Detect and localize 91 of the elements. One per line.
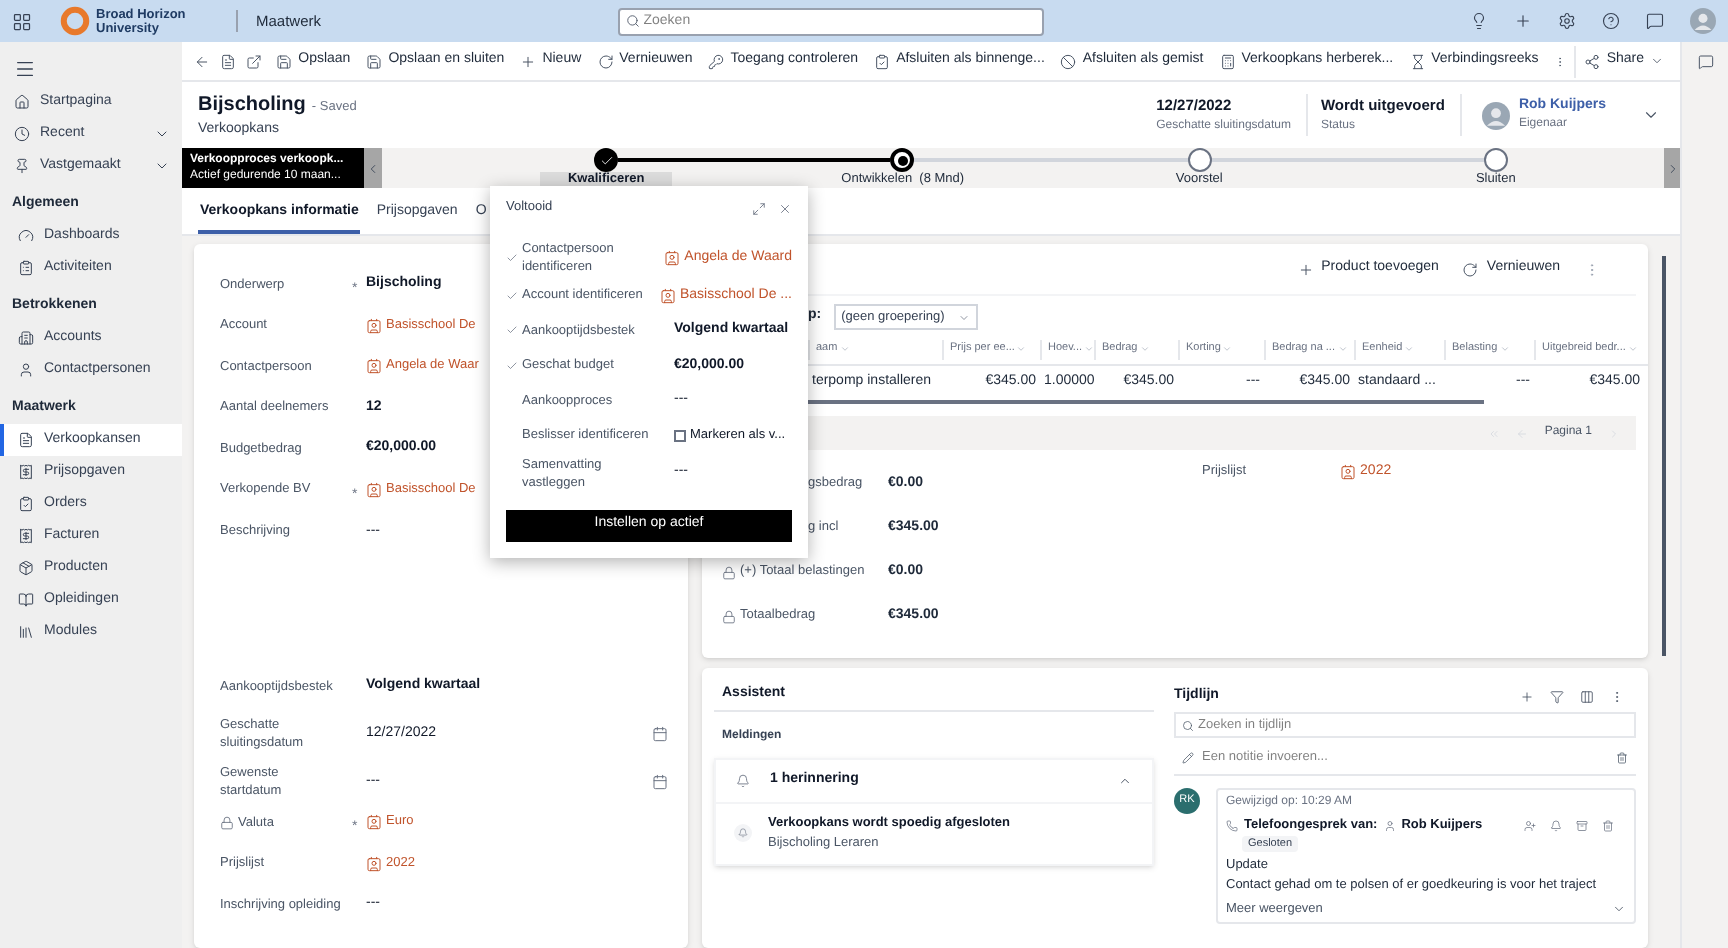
columns-icon[interactable]	[1580, 689, 1594, 703]
chevron-down-icon	[839, 344, 850, 354]
add-icon[interactable]	[1514, 12, 1532, 30]
owner-avatar	[1482, 101, 1511, 129]
ban-icon	[1060, 53, 1077, 69]
horizontal-scrollbar[interactable]	[808, 400, 1484, 404]
person-icon	[18, 362, 34, 378]
receipt-icon	[18, 464, 34, 480]
clock-icon	[14, 126, 30, 142]
help-icon[interactable]	[1602, 12, 1620, 30]
vertical-scrollbar[interactable]	[1662, 256, 1666, 656]
pencil-icon	[1182, 752, 1194, 764]
chat-icon[interactable]	[1646, 12, 1664, 30]
chevron-left-icon	[366, 161, 380, 175]
chevron-down-icon	[1627, 344, 1638, 354]
chevron-down-icon	[1499, 344, 1510, 354]
check-icon	[599, 153, 614, 167]
plus-icon[interactable]	[1520, 689, 1534, 703]
calendar-icon[interactable]	[652, 726, 668, 742]
chevron-down-icon	[1016, 344, 1027, 354]
contact-card-icon	[1340, 464, 1357, 481]
save-icon	[276, 53, 293, 69]
clipboard-check-icon	[18, 496, 34, 512]
bell-icon	[736, 774, 750, 788]
contact-card-icon	[366, 317, 382, 334]
building-icon	[18, 330, 34, 346]
chevron-up-icon	[1118, 774, 1132, 788]
contact-card-icon	[366, 855, 382, 872]
close-icon[interactable]	[778, 201, 792, 215]
contact-card-icon	[366, 481, 382, 498]
user-avatar[interactable]	[1690, 8, 1716, 34]
chevron-down-icon[interactable]	[154, 158, 170, 174]
chevron-down-icon	[1650, 54, 1664, 68]
expand-icon[interactable]	[752, 201, 766, 215]
plus-icon	[1297, 261, 1314, 277]
assign-icon[interactable]	[1524, 819, 1536, 832]
plus-icon	[520, 53, 537, 69]
menu-icon[interactable]	[14, 57, 36, 79]
chevron-down-icon	[1084, 344, 1095, 354]
book-icon	[18, 592, 34, 608]
search-icon	[625, 14, 640, 28]
stage-marker[interactable]	[1187, 148, 1212, 172]
calendar-icon[interactable]	[652, 773, 668, 790]
contact-card-icon	[664, 250, 681, 266]
package-icon	[18, 560, 34, 576]
filter-icon[interactable]	[1550, 689, 1564, 703]
key-icon	[708, 53, 725, 69]
stage-active-marker[interactable]	[890, 148, 915, 172]
contact-card-icon	[659, 287, 676, 304]
stage-complete-marker[interactable]	[594, 148, 619, 172]
calculator-icon	[1219, 53, 1236, 69]
home-icon	[14, 94, 30, 110]
search-icon	[1182, 719, 1194, 731]
refresh-icon	[597, 53, 614, 69]
trash-icon[interactable]	[1602, 819, 1614, 832]
clipboard-icon	[18, 260, 34, 276]
hourglass-icon	[1409, 53, 1426, 69]
chevron-down-icon[interactable]	[1642, 106, 1660, 124]
pin-icon	[14, 158, 30, 174]
clipboard-check-icon	[874, 53, 891, 69]
trash-icon[interactable]	[1616, 752, 1628, 764]
chevron-down-icon	[1222, 344, 1233, 354]
chevron-down-icon[interactable]	[154, 126, 170, 142]
phone-icon	[1226, 819, 1238, 832]
new-window-icon	[246, 53, 263, 69]
logo-icon	[60, 6, 90, 36]
stage-marker[interactable]	[1483, 148, 1508, 172]
document-icon	[18, 432, 34, 448]
chevron-down-icon	[1139, 344, 1150, 354]
share-icon	[1584, 53, 1601, 69]
save-close-icon	[366, 53, 383, 69]
books-icon	[18, 624, 34, 640]
receipt-icon	[18, 528, 34, 544]
chevron-right-icon	[1665, 161, 1679, 175]
chat-icon[interactable]	[1697, 54, 1713, 70]
refresh-icon	[1462, 261, 1479, 277]
document-icon	[219, 53, 236, 69]
gauge-icon	[18, 228, 34, 244]
contact-card-icon	[366, 814, 382, 831]
archive-icon[interactable]	[1576, 819, 1588, 832]
person-icon	[1383, 819, 1396, 832]
bell-icon[interactable]	[1550, 819, 1562, 832]
chevron-down-icon	[1337, 344, 1347, 354]
back-icon	[194, 53, 211, 69]
settings-icon[interactable]	[1558, 12, 1576, 30]
chevron-down-icon	[957, 311, 970, 323]
bell-icon	[734, 824, 752, 843]
app-launcher-icon[interactable]	[12, 11, 32, 31]
chevron-down-icon	[1404, 344, 1415, 354]
record-title: Bijscholing	[198, 91, 306, 120]
contact-card-icon	[366, 358, 382, 375]
